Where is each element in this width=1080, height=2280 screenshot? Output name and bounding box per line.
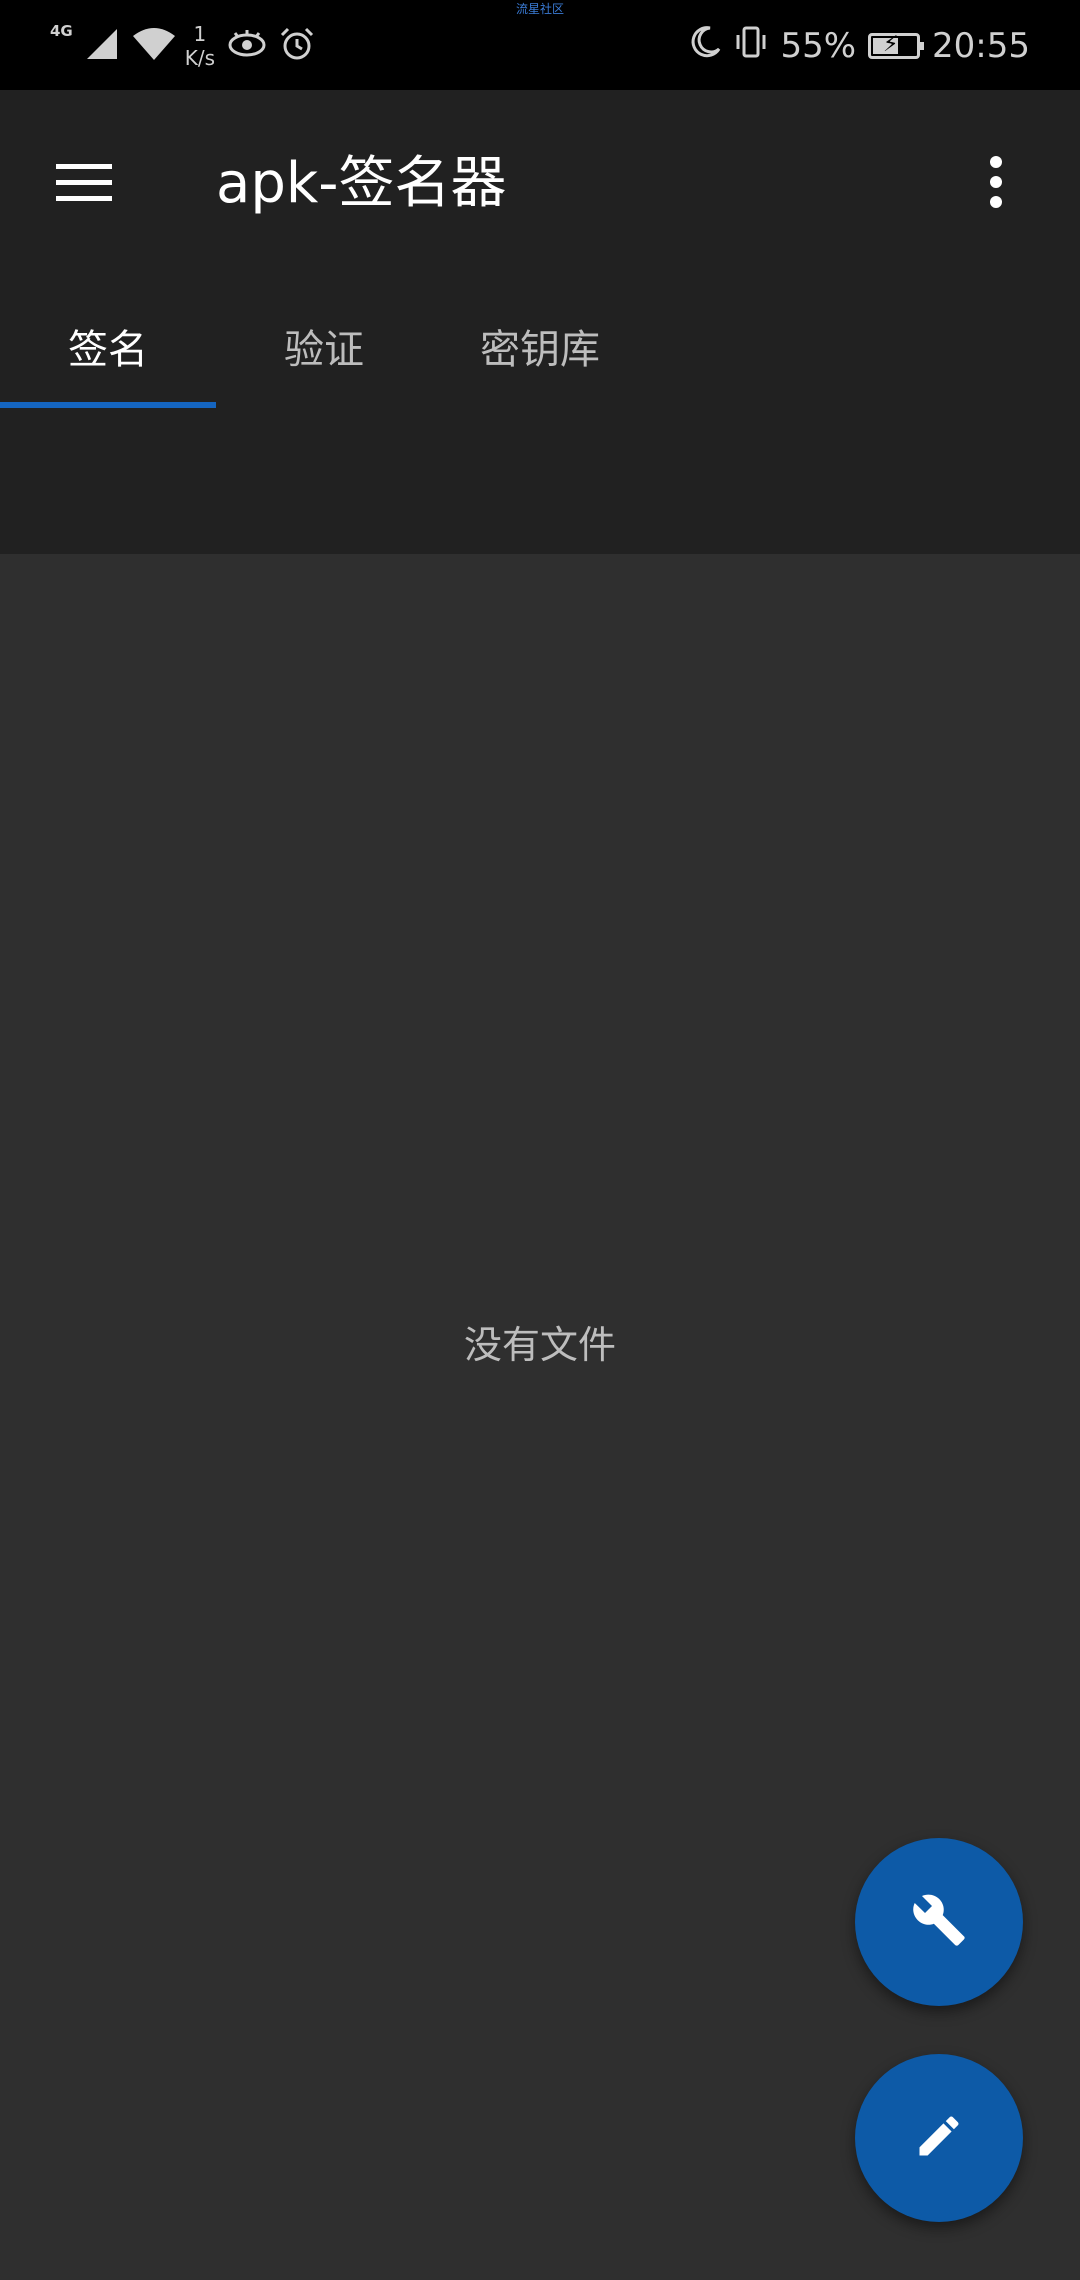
tab-label: 密钥库: [480, 327, 600, 373]
wifi-icon: [131, 26, 177, 66]
more-options-button[interactable]: [952, 140, 1040, 228]
speed-unit: K/s: [184, 46, 216, 70]
watermark-text: 流星社区: [515, 2, 564, 16]
eye-icon: [227, 29, 267, 63]
speed-value: 1: [193, 22, 207, 46]
status-bar: 流星社区 4G 1 K/s 55% ⚡ 20:55: [0, 0, 1080, 90]
tab-label: 验证: [284, 327, 364, 373]
tab-label: 签名: [68, 327, 148, 373]
tools-fab-button[interactable]: [855, 1838, 1023, 2006]
more-vert-icon: [988, 156, 1004, 212]
cell-signal-icon: [85, 27, 119, 65]
screen: 流星社区 4G 1 K/s 55% ⚡ 20:55 apk-签名器 签名 验证 …: [0, 0, 1080, 2280]
app-title: apk-签名器: [216, 151, 507, 216]
vibrate-icon: [734, 25, 768, 68]
hamburger-menu-icon: [56, 162, 112, 206]
clock-time: 20:55: [932, 26, 1030, 66]
network-type: 4G: [50, 22, 73, 40]
app-bar: apk-签名器 签名 验证 密钥库: [0, 90, 1080, 554]
status-left: 4G 1 K/s: [50, 16, 315, 76]
status-right: 55% ⚡ 20:55: [688, 16, 1030, 76]
alarm-icon: [279, 26, 315, 66]
tab-keystore[interactable]: 密钥库: [432, 290, 648, 402]
tab-verify[interactable]: 验证: [216, 290, 432, 402]
edit-fab-button[interactable]: [855, 2054, 1023, 2222]
empty-state-message: 没有文件: [463, 1323, 616, 1367]
charging-bolt-icon: ⚡: [883, 32, 899, 57]
tab-sign[interactable]: 签名: [0, 290, 216, 408]
network-speed: 1 K/s: [185, 22, 215, 70]
battery-percent: 55%: [780, 26, 857, 66]
wrench-icon: [911, 1892, 967, 1952]
battery-icon: ⚡: [868, 32, 925, 59]
file-list-area: 没有文件: [0, 554, 1080, 2280]
hamburger-menu-button[interactable]: [40, 140, 128, 228]
moon-icon: [688, 25, 722, 68]
tab-bar: 签名 验证 密钥库: [0, 290, 648, 408]
pencil-icon: [913, 2110, 965, 2166]
